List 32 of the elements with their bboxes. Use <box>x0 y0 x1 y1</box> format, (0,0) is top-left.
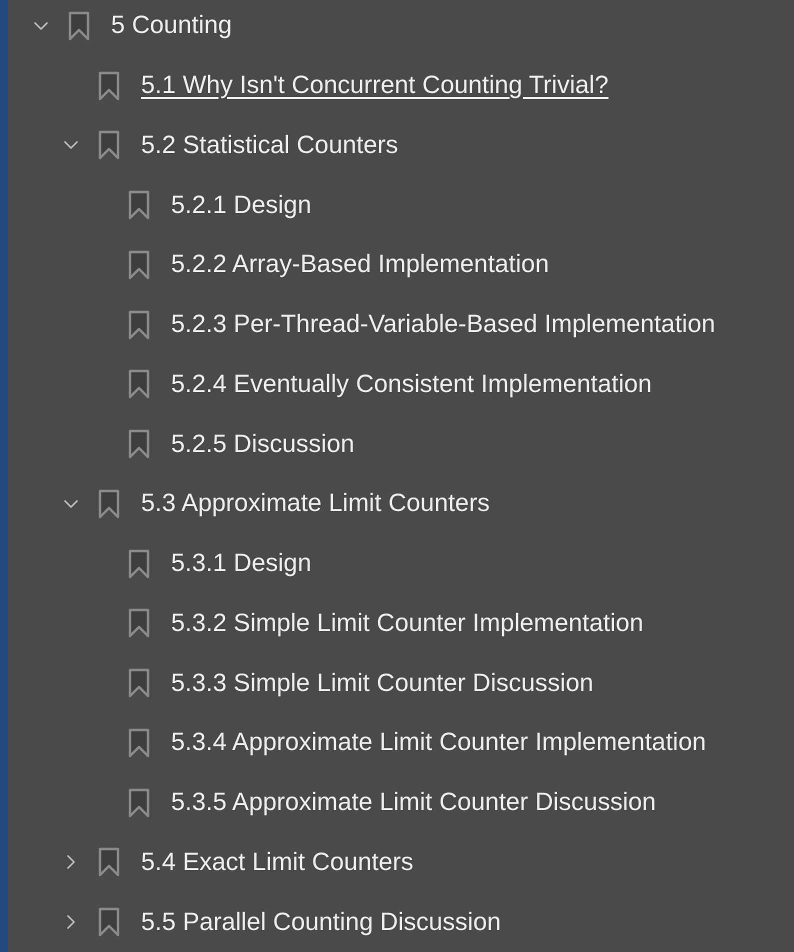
bookmark-icon <box>98 847 120 878</box>
outline-item[interactable]: 5.2.4 Eventually Consistent Implementation <box>171 370 652 399</box>
bookmark-icon <box>98 907 120 938</box>
bookmark-icon <box>128 369 150 400</box>
bookmark-icon <box>128 548 150 579</box>
bookmark-icon <box>128 310 150 340</box>
outline-item[interactable]: 5.2.1 Design <box>171 190 312 220</box>
outline-item[interactable]: 5.3.1 Design <box>171 549 312 578</box>
outline-item[interactable]: 5 Counting <box>111 11 232 40</box>
outline-item[interactable]: 5.3 Approximate Limit Counters <box>141 489 490 518</box>
outline-item[interactable]: 5.3.3 Simple Limit Counter Discussion <box>171 668 594 698</box>
bookmark-icon <box>68 10 90 41</box>
bookmark-icon <box>128 668 150 698</box>
outline-item[interactable]: 5.3.5 Approximate Limit Counter Discussion <box>171 788 656 818</box>
outline-item[interactable]: 5.3.2 Simple Limit Counter Implementation <box>171 608 644 638</box>
outline-item[interactable]: 5.3.4 Approximate Limit Counter Implementation <box>171 728 706 758</box>
outline-item[interactable]: 5.2 Statistical Counters <box>141 130 398 160</box>
bookmark-icon <box>128 250 150 280</box>
outline-item[interactable]: 5.4 Exact Limit Counters <box>141 848 414 877</box>
bookmark-icon <box>128 429 150 460</box>
outline-item[interactable]: 5.2.3 Per-Thread-Variable-Based Implementation <box>171 310 716 340</box>
outline-item[interactable]: 5.2.2 Array-Based Implementation <box>171 250 549 280</box>
outline-item[interactable]: 5.5 Parallel Counting Discussion <box>141 908 501 937</box>
bookmark-icon <box>128 608 150 638</box>
bookmark-icon <box>128 788 150 818</box>
bookmark-icon <box>98 130 120 160</box>
bookmark-icon <box>128 190 150 220</box>
outline-item[interactable]: 5.2.5 Discussion <box>171 430 354 459</box>
bookmark-icon <box>98 70 120 101</box>
bookmark-icon <box>128 728 150 758</box>
bookmark-icon <box>98 488 120 519</box>
outline-item[interactable]: 5.1 Why Isn't Concurrent Counting Trivial? <box>141 71 608 100</box>
